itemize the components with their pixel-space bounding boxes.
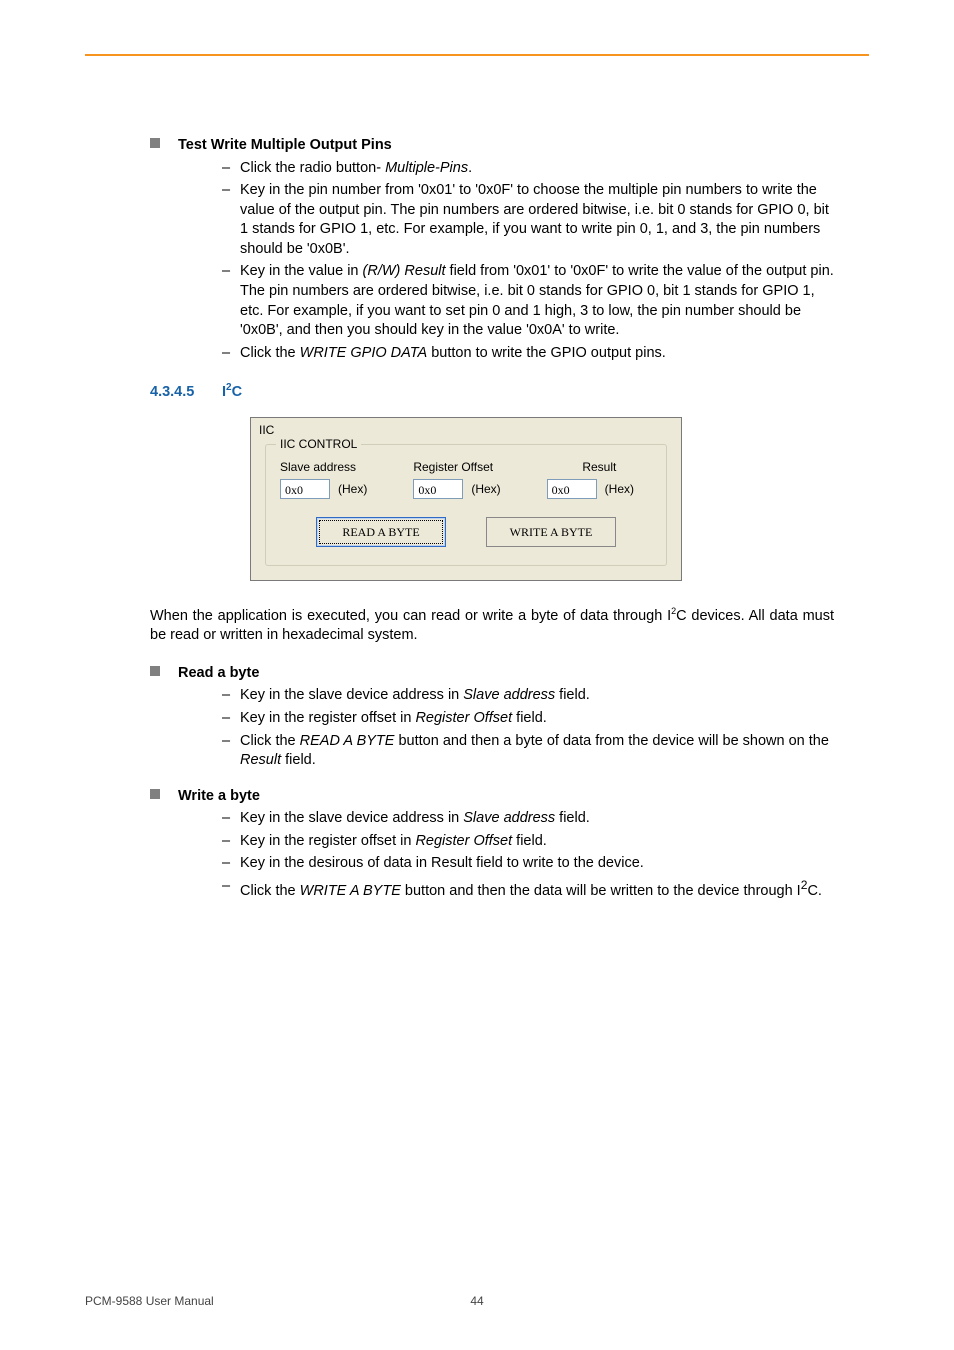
text-ital: (R/W) Result bbox=[363, 263, 446, 279]
text: Key in the slave device address in bbox=[240, 810, 463, 826]
list-item: Click the WRITE A BYTE button and then t… bbox=[222, 877, 834, 901]
text-ital: Multiple-Pins bbox=[385, 160, 468, 176]
bullet-square-icon bbox=[150, 666, 160, 676]
text: Key in the pin number from '0x01' to '0x… bbox=[240, 182, 829, 257]
list-item: Click the WRITE GPIO DATA button to writ… bbox=[222, 344, 834, 364]
text: Click the radio button- bbox=[240, 160, 385, 176]
col-slave-address: Slave address 0x0 (Hex) bbox=[280, 459, 385, 499]
list-item: Key in the register offset in Register O… bbox=[222, 832, 834, 852]
read-byte-list: Key in the slave device address in Slave… bbox=[222, 686, 834, 770]
page-footer: PCM-9588 User Manual 44 bbox=[85, 1294, 869, 1308]
write-byte-list: Key in the slave device address in Slave… bbox=[222, 809, 834, 901]
text: field. bbox=[281, 752, 316, 768]
text: When the application is executed, you ca… bbox=[150, 608, 671, 624]
bullet-square-icon bbox=[150, 138, 160, 148]
footer-left: PCM-9588 User Manual bbox=[85, 1294, 346, 1308]
text: button and then a byte of data from the … bbox=[394, 733, 828, 749]
text-ital: Register Offset bbox=[415, 710, 512, 726]
write-a-byte-button[interactable]: WRITE A BYTE bbox=[486, 517, 616, 547]
text-ital: Result bbox=[240, 752, 281, 768]
section-title-text: Test Write Multiple Output Pins bbox=[178, 137, 392, 153]
text: C bbox=[232, 384, 242, 400]
field-row: 0x0 (Hex) bbox=[413, 479, 518, 499]
text: C. bbox=[807, 883, 822, 899]
text-ital: Register Offset bbox=[415, 833, 512, 849]
list-item: Click the radio button- Multiple-Pins. bbox=[222, 159, 834, 179]
col-result: Result 0x0 (Hex) bbox=[547, 459, 652, 499]
section-test-write-title: Test Write Multiple Output Pins bbox=[150, 136, 834, 156]
groupbox-legend: IIC CONTROL bbox=[276, 436, 361, 452]
text: field. bbox=[512, 710, 547, 726]
register-offset-input[interactable]: 0x0 bbox=[413, 479, 463, 499]
text: Key in the register offset in bbox=[240, 833, 415, 849]
screenshot-container: IIC IIC CONTROL Slave address 0x0 (Hex) … bbox=[250, 417, 834, 581]
text-ital: WRITE A BYTE bbox=[300, 883, 401, 899]
text: Key in the desirous of data in Result fi… bbox=[240, 855, 644, 871]
list-item: Key in the register offset in Register O… bbox=[222, 709, 834, 729]
write-byte-heading: Write a byte bbox=[150, 787, 834, 807]
slave-address-input[interactable]: 0x0 bbox=[280, 479, 330, 499]
intro-paragraph: When the application is executed, you ca… bbox=[150, 605, 834, 646]
register-offset-label: Register Offset bbox=[413, 459, 518, 475]
field-columns: Slave address 0x0 (Hex) Register Offset … bbox=[280, 459, 652, 499]
text-ital: Slave address bbox=[463, 810, 555, 826]
text: Key in the value in bbox=[240, 263, 363, 279]
result-input[interactable]: 0x0 bbox=[547, 479, 597, 499]
iic-control-groupbox: IIC CONTROL Slave address 0x0 (Hex) Regi… bbox=[265, 444, 667, 566]
unit-label: (Hex) bbox=[605, 481, 634, 497]
text: Key in the slave device address in bbox=[240, 687, 463, 703]
unit-label: (Hex) bbox=[338, 481, 367, 497]
result-label: Result bbox=[547, 459, 652, 475]
text: Click the bbox=[240, 733, 300, 749]
col-register-offset: Register Offset 0x0 (Hex) bbox=[413, 459, 518, 499]
text: . bbox=[468, 160, 472, 176]
list-item: Key in the desirous of data in Result fi… bbox=[222, 854, 834, 874]
footer-right bbox=[608, 1294, 869, 1308]
list-item: Key in the pin number from '0x01' to '0x… bbox=[222, 181, 834, 259]
text: field. bbox=[512, 833, 547, 849]
text: field. bbox=[555, 810, 590, 826]
text-ital: WRITE GPIO DATA bbox=[300, 345, 428, 361]
text: button and then the data will be written… bbox=[401, 883, 801, 899]
text-ital: READ A BYTE bbox=[300, 733, 395, 749]
test-write-list: Click the radio button- Multiple-Pins. K… bbox=[222, 159, 834, 364]
page-content: Test Write Multiple Output Pins Click th… bbox=[150, 120, 834, 915]
list-item: Key in the slave device address in Slave… bbox=[222, 809, 834, 829]
text: field. bbox=[555, 687, 590, 703]
iic-panel: IIC IIC CONTROL Slave address 0x0 (Hex) … bbox=[250, 417, 682, 581]
read-a-byte-button[interactable]: READ A BYTE bbox=[316, 517, 446, 547]
text: Click the bbox=[240, 883, 300, 899]
field-row: 0x0 (Hex) bbox=[280, 479, 385, 499]
top-rule bbox=[85, 54, 869, 56]
list-item: Key in the slave device address in Slave… bbox=[222, 686, 834, 706]
field-row: 0x0 (Hex) bbox=[547, 479, 652, 499]
footer-page-number: 44 bbox=[346, 1294, 607, 1308]
text: Key in the register offset in bbox=[240, 710, 415, 726]
text: Click the bbox=[240, 345, 300, 361]
list-item: Key in the value in (R/W) Result field f… bbox=[222, 262, 834, 340]
text: button to write the GPIO output pins. bbox=[427, 345, 666, 361]
unit-label: (Hex) bbox=[471, 481, 500, 497]
bullet-square-icon bbox=[150, 789, 160, 799]
section-number: 4.3.4.5 bbox=[150, 383, 222, 403]
write-byte-title: Write a byte bbox=[178, 788, 260, 804]
text-ital: Slave address bbox=[463, 687, 555, 703]
read-byte-title: Read a byte bbox=[178, 665, 259, 681]
section-heading-row: 4.3.4.5 I2C bbox=[222, 381, 834, 402]
read-byte-heading: Read a byte bbox=[150, 664, 834, 684]
section-title: I2C bbox=[222, 381, 242, 402]
button-row: READ A BYTE WRITE A BYTE bbox=[280, 517, 652, 547]
slave-address-label: Slave address bbox=[280, 459, 385, 475]
list-item: Click the READ A BYTE button and then a … bbox=[222, 732, 834, 771]
